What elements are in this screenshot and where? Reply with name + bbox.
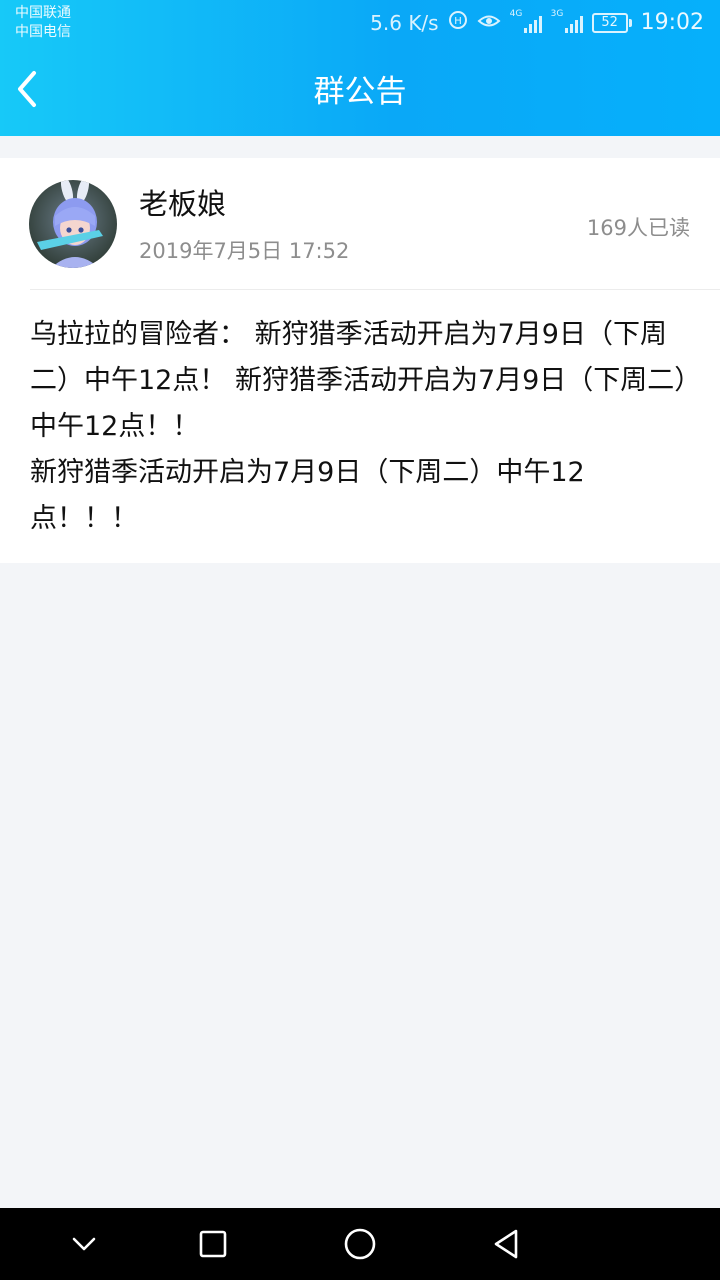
triangle-back-icon[interactable] bbox=[486, 1224, 526, 1264]
status-bar: 中国联通 中国电信 5.6 K/s H 4G 3G 52 19:02 bbox=[0, 0, 720, 46]
signal-2-tag: 3G bbox=[550, 9, 564, 19]
announcement-paragraph: 新狩猎季活动开启为7月9日（下周二）中午12 点！！！ bbox=[30, 457, 585, 534]
circle-icon[interactable] bbox=[340, 1224, 380, 1264]
page-title: 群公告 bbox=[313, 74, 407, 110]
system-navigation-bar bbox=[0, 1208, 720, 1280]
post-date: 2019年7月5日 17:52 bbox=[139, 239, 350, 263]
read-count[interactable]: 169人已读 bbox=[587, 214, 690, 242]
chevron-down-icon[interactable] bbox=[64, 1224, 104, 1264]
carrier-2: 中国电信 bbox=[15, 24, 71, 40]
battery-icon: 52 bbox=[591, 13, 632, 33]
square-icon[interactable] bbox=[193, 1224, 233, 1264]
battery-level: 52 bbox=[591, 13, 628, 33]
announcement-paragraph: 乌拉拉的冒险者： 新狩猎季活动开启为7月9日（下周二）中午12点！ 新狩猎季活动… bbox=[30, 319, 688, 442]
eye-icon bbox=[477, 10, 501, 36]
status-time: 19:02 bbox=[640, 10, 704, 35]
announcement-content: 乌拉拉的冒险者： 新狩猎季活动开启为7月9日（下周二）中午12点！ 新狩猎季活动… bbox=[30, 312, 695, 542]
app-header: 中国联通 中国电信 5.6 K/s H 4G 3G 52 19:02 群公告 bbox=[0, 0, 720, 136]
author-name: 老板娘 bbox=[139, 187, 227, 221]
nav-bar: 群公告 bbox=[0, 46, 720, 136]
signal-icon: 3G bbox=[551, 9, 583, 33]
svg-text:H: H bbox=[454, 16, 462, 27]
signal-1-tag: 4G bbox=[509, 9, 523, 19]
announcement-card: 老板娘 2019年7月5日 17:52 169人已读 乌拉拉的冒险者： 新狩猎季… bbox=[0, 158, 720, 563]
hd-call-icon: H bbox=[448, 10, 468, 36]
signal-icon: 4G bbox=[510, 9, 542, 33]
network-speed: 5.6 K/s bbox=[370, 11, 439, 35]
divider bbox=[30, 289, 720, 290]
avatar[interactable] bbox=[29, 180, 117, 268]
status-indicators: 5.6 K/s H 4G 3G 52 19:02 bbox=[370, 9, 704, 36]
carrier-1: 中国联通 bbox=[15, 5, 71, 21]
